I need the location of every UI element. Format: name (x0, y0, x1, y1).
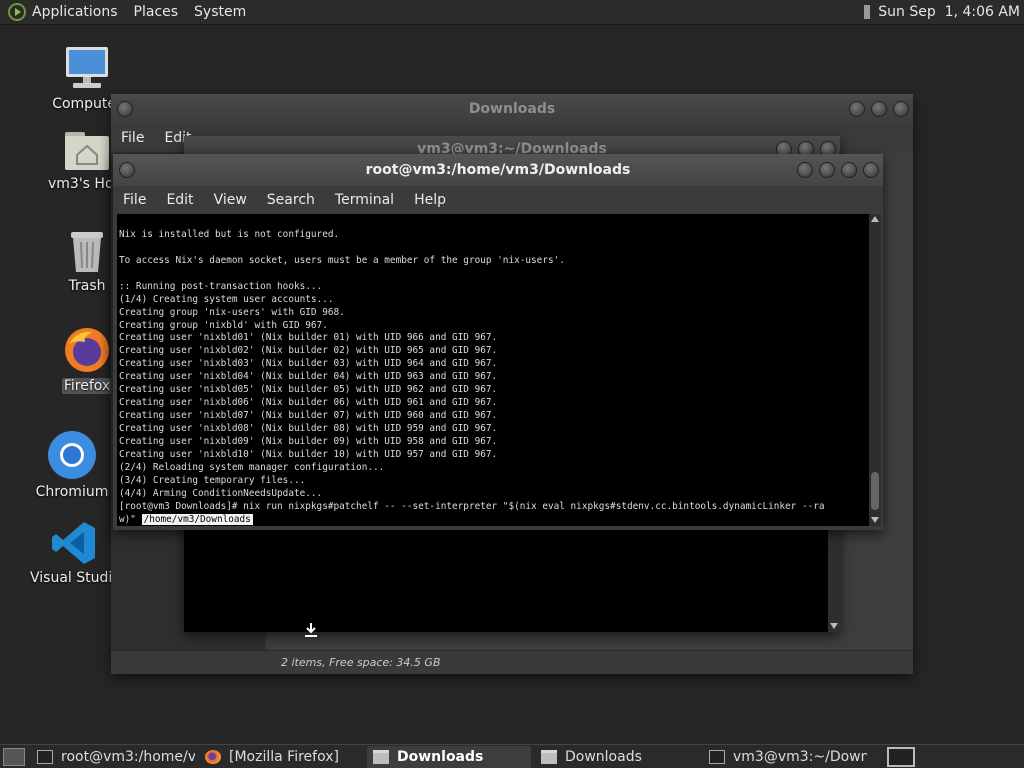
terminal-scrollbar[interactable] (869, 214, 881, 526)
task-downloads[interactable]: Downloads (535, 746, 699, 768)
terminal-line: Creating user 'nixbld04' (Nix builder 04… (119, 371, 498, 383)
task-root-terminal[interactable]: root@vm3:/home/v... (31, 746, 195, 768)
terminal-line-prefix: w)" (119, 513, 142, 525)
workspace-switcher[interactable] (887, 746, 915, 767)
scroll-down-icon[interactable] (871, 517, 879, 523)
term-menu-help[interactable]: Help (414, 192, 446, 208)
terminal-line: Creating user 'nixbld10' (Nix builder 10… (119, 448, 498, 460)
show-desktop-icon[interactable] (3, 747, 25, 766)
terminal-icon (709, 749, 725, 764)
task-label: vm3@vm3:~/Downl... (733, 748, 867, 765)
panel-separator-icon (864, 5, 871, 19)
trash-icon (67, 228, 107, 274)
terminal-window[interactable]: root@vm3:/home/vm3/Downloads File Edit V… (113, 154, 883, 530)
mouse-cursor-icon (304, 622, 318, 638)
window-title: root@vm3:/home/vm3/Downloads (365, 162, 631, 178)
maximize-icon[interactable] (841, 162, 857, 178)
menu-system[interactable]: System (194, 4, 246, 20)
terminal-highlighted-path: /home/vm3/Downloads (141, 513, 253, 525)
term-menu-file[interactable]: File (123, 192, 146, 208)
menu-places[interactable]: Places (134, 4, 179, 20)
shade-icon[interactable] (819, 162, 835, 178)
computer-icon (63, 44, 111, 92)
terminal-icon (37, 749, 53, 764)
desktop-icon-label: Firefox (61, 378, 113, 394)
terminal-menubar: File Edit View Search Terminal Help (113, 186, 883, 214)
menu-applications[interactable]: Applications (32, 4, 118, 20)
window-menu-icon[interactable] (117, 101, 133, 117)
terminal-line: (4/4) Arming ConditionNeedsUpdate... (119, 487, 323, 499)
task-label: Downloads (565, 748, 642, 765)
scrollbar-thumb[interactable] (871, 472, 879, 510)
window-menu-icon[interactable] (119, 162, 135, 178)
terminal-line: (1/4) Creating system user accounts... (119, 293, 334, 305)
maximize-icon[interactable] (871, 101, 887, 117)
fm-menu-file[interactable]: File (121, 130, 144, 146)
top-panel: Applications Places System Sun Sep 1, 4:… (0, 0, 1024, 25)
terminal-line: Creating group 'nix-users' with GID 968. (119, 306, 345, 318)
terminal-titlebar[interactable]: root@vm3:/home/vm3/Downloads (113, 154, 883, 186)
chromium-icon (47, 430, 97, 480)
task-label: [Mozilla Firefox] (229, 748, 339, 765)
back-terminal-body[interactable] (184, 526, 828, 632)
vscode-icon (51, 520, 97, 566)
terminal-line: Nix is installed but is not configured. (119, 228, 340, 240)
firefox-icon (205, 749, 221, 764)
desktop-icon-label: Chromium (35, 484, 109, 500)
terminal-line: (2/4) Reloading system manager configura… (119, 461, 385, 473)
home-folder-icon (64, 128, 110, 172)
terminal-line: [root@vm3 Downloads]# nix run nixpkgs#pa… (119, 500, 825, 512)
back-terminal-scrollbar[interactable] (828, 526, 840, 632)
terminal-line: Creating user 'nixbld08' (Nix builder 08… (119, 423, 498, 434)
bottom-taskbar: root@vm3:/home/v... [Mozilla Firefox] Do… (0, 744, 1024, 768)
minimize-icon[interactable] (797, 162, 813, 178)
clock[interactable]: Sun Sep 1, 4:06 AM (878, 4, 1020, 20)
terminal-line: Creating group 'nixbld' with GID 967. (119, 319, 328, 331)
term-menu-terminal[interactable]: Terminal (335, 192, 394, 208)
term-menu-edit[interactable]: Edit (166, 192, 193, 208)
scroll-up-icon[interactable] (871, 216, 879, 222)
terminal-line: Creating user 'nixbld09' (Nix builder 09… (119, 435, 498, 447)
terminal-line: :: Running post-transaction hooks... (119, 280, 323, 292)
scroll-down-icon[interactable] (830, 623, 838, 629)
fm-statusbar: 2 items, Free space: 34.5 GB (111, 650, 913, 674)
terminal-line: (3/4) Creating temporary files... (119, 474, 306, 486)
term-menu-search[interactable]: Search (267, 192, 315, 208)
desktop-icon-label: Trash (68, 278, 106, 294)
fm-status-text: 2 items, Free space: 34.5 GB (281, 656, 441, 669)
task-label: root@vm3:/home/v... (61, 748, 195, 765)
terminal-line: Creating user 'nixbld06' (Nix builder 06… (119, 397, 498, 409)
terminal-line: Creating user 'nixbld05' (Nix builder 05… (119, 384, 498, 396)
desktop-icon-label: Visual Studio Code (30, 570, 120, 586)
file-manager-titlebar[interactable]: Downloads (111, 94, 913, 124)
task-vm3-terminal[interactable]: vm3@vm3:~/Downl... (703, 746, 867, 768)
terminal-line: Creating user 'nixbld02' (Nix builder 02… (119, 345, 498, 357)
close-icon[interactable] (863, 162, 879, 178)
task-downloads-active[interactable]: Downloads (367, 745, 531, 768)
folder-icon (541, 749, 557, 764)
terminal-line-current: w)" /home/vm3/Downloads (119, 513, 867, 526)
term-menu-view[interactable]: View (214, 192, 247, 208)
terminal-output[interactable]: Nix is installed but is not configured. … (117, 214, 869, 526)
terminal-line: Creating user 'nixbld03' (Nix builder 03… (119, 358, 498, 370)
distro-logo-icon[interactable] (8, 3, 26, 21)
folder-icon (373, 749, 389, 764)
close-icon[interactable] (893, 101, 909, 117)
terminal-line: To access Nix's daemon socket, users mus… (119, 254, 565, 266)
terminal-line: Creating user 'nixbld01' (Nix builder 01… (119, 332, 498, 344)
task-firefox[interactable]: [Mozilla Firefox] (199, 746, 363, 768)
firefox-icon (63, 326, 111, 374)
terminal-line: Creating user 'nixbld07' (Nix builder 07… (119, 410, 498, 422)
task-label: Downloads (397, 748, 484, 765)
window-title: Downloads (468, 101, 556, 117)
minimize-icon[interactable] (849, 101, 865, 117)
